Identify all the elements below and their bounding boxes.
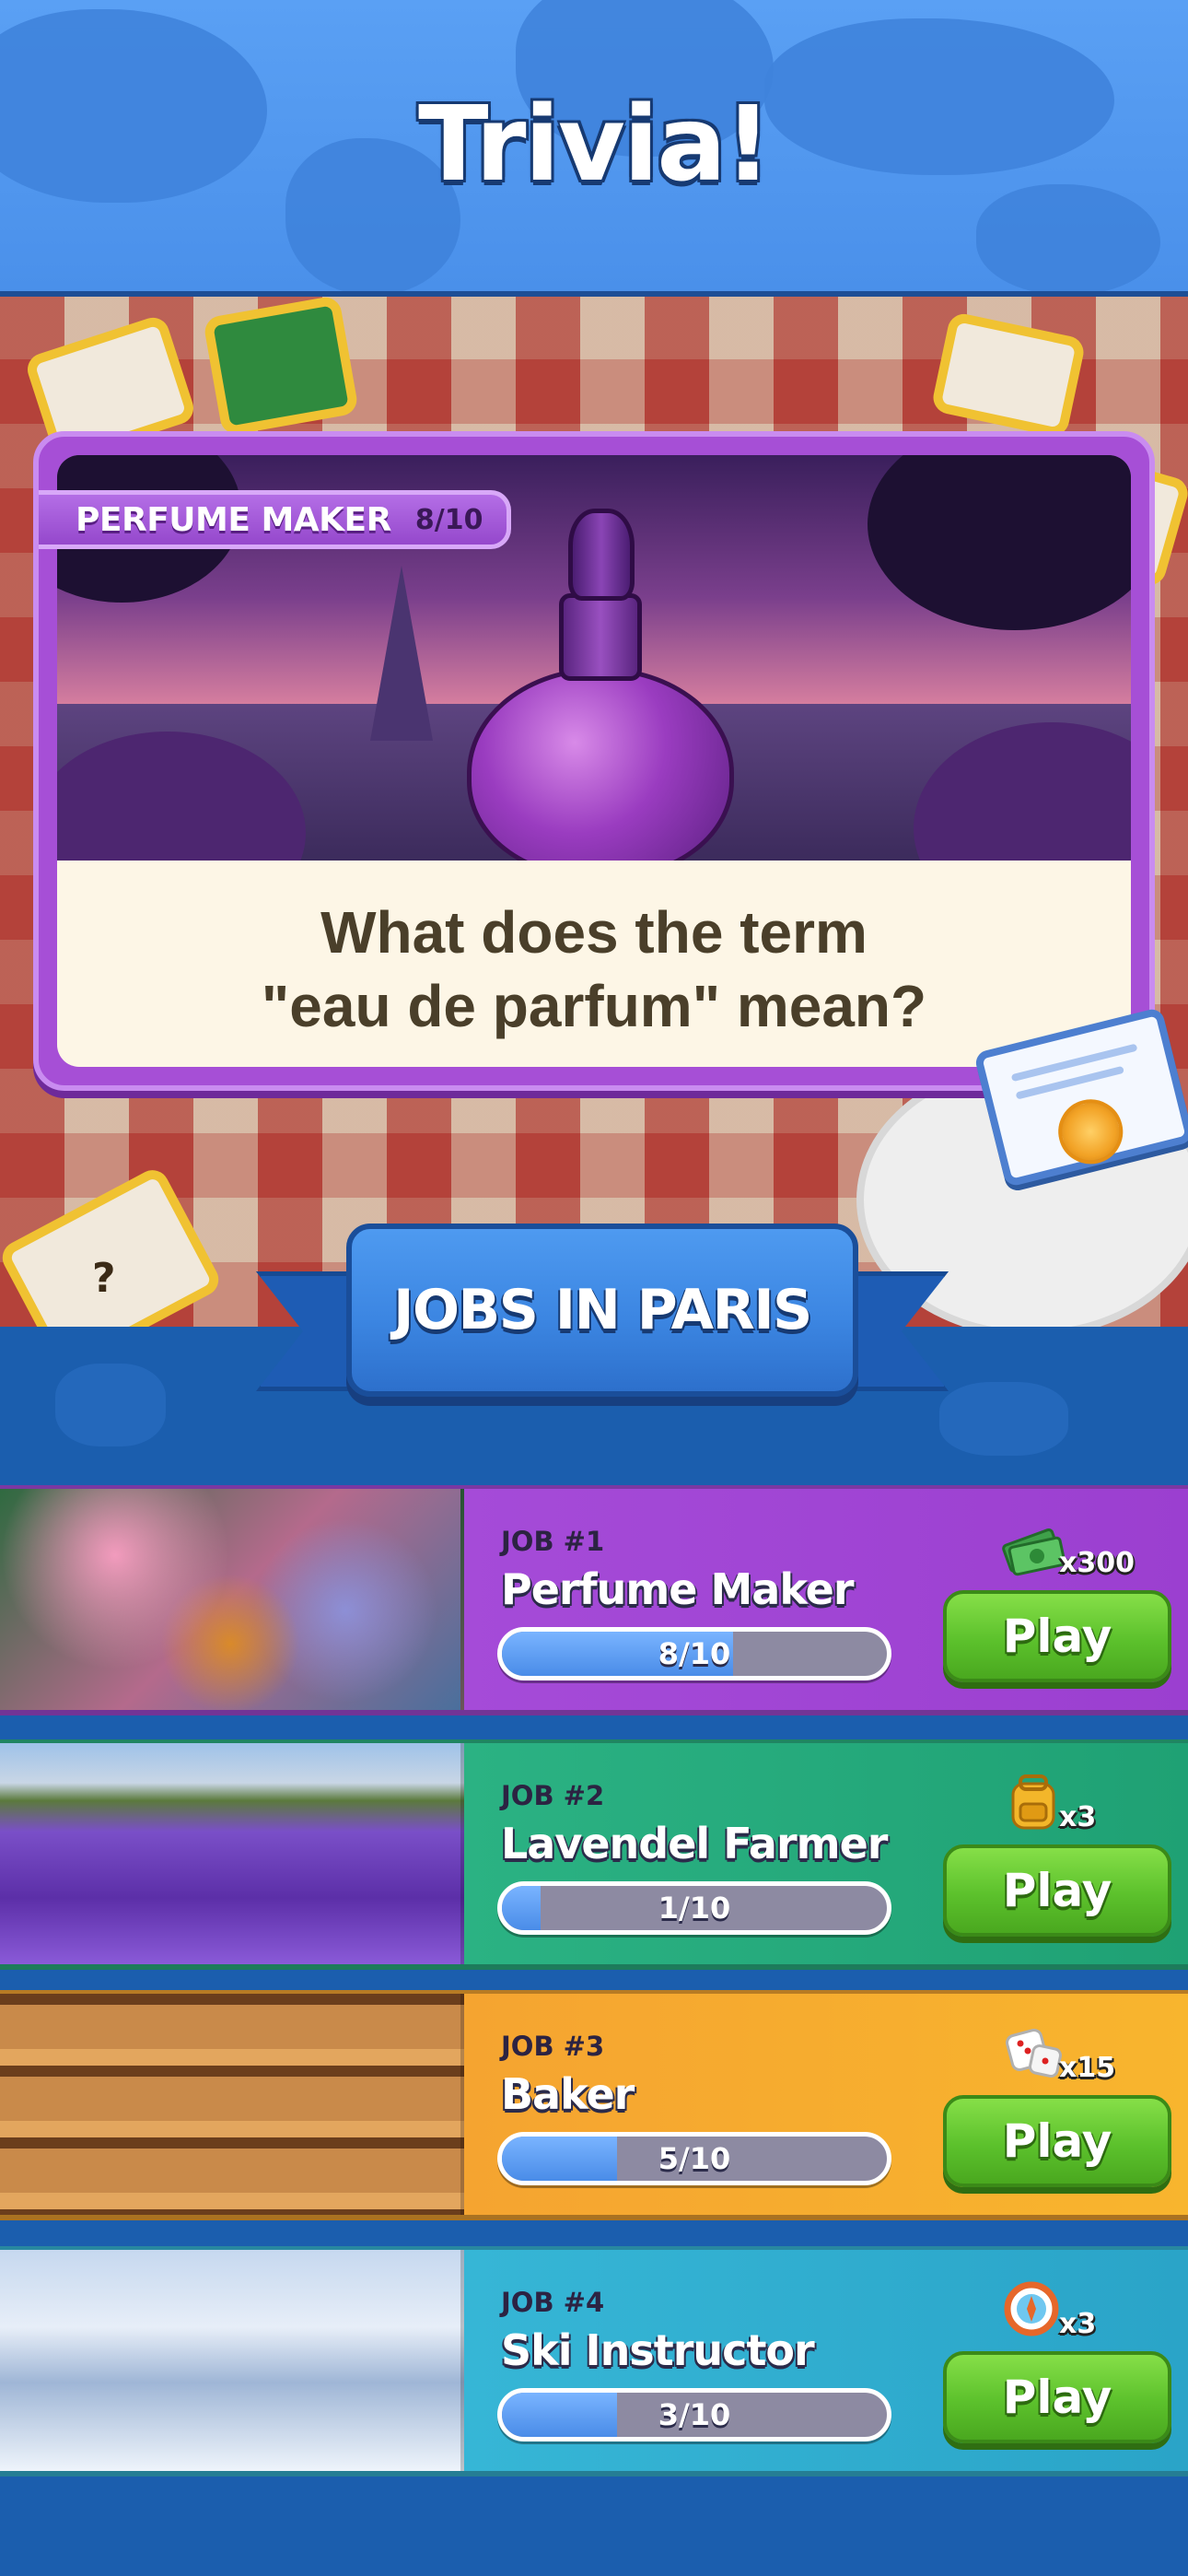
board-tile xyxy=(930,310,1087,439)
reward-quantity: x3 xyxy=(1059,2308,1097,2340)
category-name: PERFUME MAKER xyxy=(76,500,391,539)
reward-quantity: x300 xyxy=(1059,1547,1135,1579)
job-row: JOB #1 Perfume Maker 8/10 x300 Play xyxy=(0,1485,1188,1715)
question-text: What does the term "eau de parfum" mean? xyxy=(57,896,1131,1043)
perfume-bottle-cap xyxy=(568,509,635,601)
play-button-label: Play xyxy=(1002,2114,1112,2168)
tree xyxy=(868,455,1131,630)
backpack-icon xyxy=(1011,1774,1055,1830)
eiffel-tower-icon xyxy=(370,566,433,741)
question-line: "eau de parfum" mean? xyxy=(261,973,927,1039)
section-title: JOBS IN PARIS xyxy=(393,1278,812,1342)
job-row: JOB #2 Lavendel Farmer 1/10 x3 Play xyxy=(0,1739,1188,1970)
question-mark-icon: ? xyxy=(92,1255,116,1302)
job-progress-text: 1/10 xyxy=(658,1891,731,1926)
job-number: JOB #3 xyxy=(501,2031,605,2062)
page-title: Trivia! xyxy=(418,85,772,205)
section-banner: JOBS IN PARIS xyxy=(346,1224,858,1397)
job-thumbnail xyxy=(0,1489,464,1710)
job-progress-bar: 1/10 xyxy=(497,1881,891,1935)
background-silhouette xyxy=(939,1382,1068,1456)
job-row: JOB #3 Baker 5/10 x15 Play xyxy=(0,1990,1188,2220)
play-button-label: Play xyxy=(1002,2371,1112,2424)
job-name: Perfume Maker xyxy=(501,1564,855,1614)
play-button[interactable]: Play xyxy=(943,2351,1171,2443)
job-reward: x3 xyxy=(1000,2268,1096,2342)
job-progress-bar: 3/10 xyxy=(497,2388,891,2441)
play-button[interactable]: Play xyxy=(943,1844,1171,1937)
job-name: Lavendel Farmer xyxy=(501,1819,888,1868)
job-number: JOB #1 xyxy=(501,1526,605,1557)
job-progress-text: 5/10 xyxy=(658,2141,731,2176)
job-progress-text: 8/10 xyxy=(658,1636,731,1671)
cash-icon xyxy=(1002,1528,1066,1576)
reward-quantity: x3 xyxy=(1059,1801,1097,1833)
category-progress: 8/10 xyxy=(414,503,483,536)
job-reward: x15 xyxy=(1000,2012,1115,2086)
reward-quantity: x15 xyxy=(1059,2052,1116,2084)
job-reward: x300 xyxy=(1000,1507,1135,1581)
job-row: JOB #4 Ski Instructor 3/10 x3 Play xyxy=(0,2246,1188,2476)
job-thumbnail xyxy=(0,2250,464,2471)
job-number: JOB #4 xyxy=(501,2287,605,2318)
job-name: Baker xyxy=(501,2069,635,2119)
job-thumbnail xyxy=(0,1994,464,2215)
category-tag: PERFUME MAKER 8/10 xyxy=(39,490,512,549)
play-button[interactable]: Play xyxy=(943,1590,1171,1682)
question-card: What does the term "eau de parfum" mean?… xyxy=(33,431,1155,1091)
play-button[interactable]: Play xyxy=(943,2095,1171,2187)
question-line: What does the term xyxy=(320,899,868,966)
perfume-bottle-neck xyxy=(559,593,642,681)
header: Trivia! xyxy=(0,0,1188,297)
perfume-bottle-icon xyxy=(467,667,734,861)
job-progress-bar: 5/10 xyxy=(497,2132,891,2185)
background-silhouette xyxy=(55,1364,166,1446)
job-thumbnail xyxy=(0,1743,464,1964)
job-progress-bar: 8/10 xyxy=(497,1627,891,1680)
play-button-label: Play xyxy=(1002,1864,1112,1917)
board-tile xyxy=(0,1164,225,1327)
job-reward: x3 xyxy=(1000,1762,1096,1835)
seal-icon xyxy=(1051,1092,1130,1171)
play-button-label: Play xyxy=(1002,1610,1112,1663)
job-name: Ski Instructor xyxy=(501,2325,815,2375)
dice-icon xyxy=(1006,2029,1062,2078)
compass-icon xyxy=(1004,2281,1059,2336)
job-number: JOB #2 xyxy=(501,1780,605,1811)
certificate-line xyxy=(1010,1043,1138,1083)
board-tile xyxy=(202,297,360,438)
job-progress-text: 3/10 xyxy=(658,2397,731,2432)
